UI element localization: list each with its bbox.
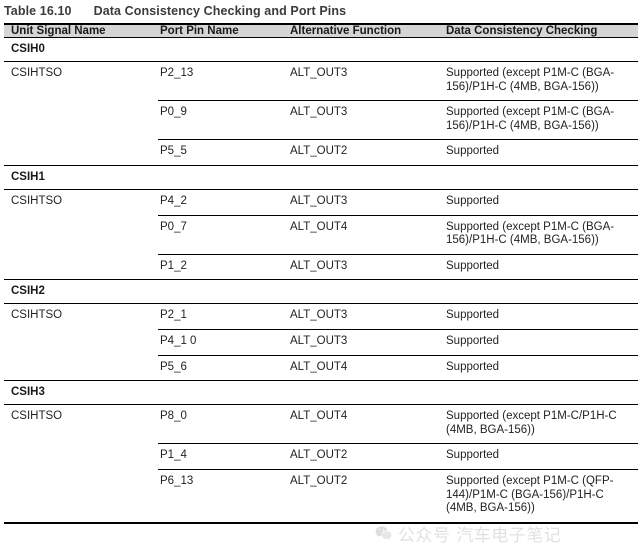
group-label-csih2: CSIH2 <box>4 279 638 305</box>
table-row: CSIHTSO P2_1 ALT_OUT3 Supported <box>4 303 638 330</box>
table-caption: Data Consistency Checking and Port Pins <box>93 4 347 18</box>
table-row: CSIHTSO P8_0 ALT_OUT4 Supported (except … <box>4 404 638 445</box>
cell-unit-signal-name <box>4 329 158 355</box>
table-row: P1_2 ALT_OUT3 Supported <box>4 254 638 281</box>
cell-alternative-function: ALT_OUT2 <box>288 469 444 524</box>
cell-data-consistency-checking: Supported <box>444 254 638 281</box>
cell-unit-signal-name <box>4 444 158 470</box>
cell-unit-signal-name <box>4 139 158 166</box>
cell-alternative-function: ALT_OUT3 <box>288 189 444 216</box>
table-row: P6_13 ALT_OUT2 Supported (except P1M-C (… <box>4 469 638 524</box>
cell-unit-signal-name: CSIHTSO <box>11 410 63 423</box>
cell-data-consistency-checking: Supported <box>444 189 638 216</box>
group-label-csih0: CSIH0 <box>4 37 638 62</box>
cell-port-pin-name: P4_2 <box>158 189 288 216</box>
cell-alternative-function: ALT_OUT2 <box>288 443 444 470</box>
column-header-unit-signal-name: Unit Signal Name <box>4 23 158 38</box>
cell-unit-signal-name: CSIHTSO <box>11 67 63 79</box>
table-body: CSIH0 CSIHTSO P2_13 ALT_OUT3 Supported (… <box>4 37 638 524</box>
cell-alternative-function: ALT_OUT3 <box>288 254 444 281</box>
port-pin-table: Unit Signal Name Port Pin Name Alternati… <box>4 23 638 524</box>
table-row: CSIHTSO P4_2 ALT_OUT3 Supported <box>4 189 638 216</box>
watermark-text: 公众号 汽车电子笔记 <box>398 526 562 546</box>
table-row: P5_6 ALT_OUT4 Supported <box>4 355 638 382</box>
cell-alternative-function: ALT_OUT3 <box>288 61 444 102</box>
cell-port-pin-name: P5_5 <box>158 139 288 166</box>
cell-port-pin-name: P1_2 <box>158 254 288 281</box>
table-number: Table 16.10 <box>4 4 72 18</box>
group-row: CSIH2 <box>4 279 638 305</box>
cell-data-consistency-checking: Supported (except P1M-C (BGA-156)/P1H-C … <box>444 215 638 255</box>
cell-alternative-function: ALT_OUT4 <box>288 404 444 445</box>
cell-alternative-function: ALT_OUT2 <box>288 139 444 166</box>
cell-unit-signal-name: CSIHTSO <box>11 309 63 322</box>
cell-data-consistency-checking: Supported (except P1M-C (QFP-144)/P1M-C … <box>444 469 638 524</box>
cell-data-consistency-checking: Supported (except P1M-C (BGA-156)/P1H-C … <box>444 100 638 141</box>
group-row: CSIH1 <box>4 165 638 190</box>
cell-port-pin-name: P2_1 <box>158 303 288 330</box>
cell-data-consistency-checking: Supported <box>444 139 638 166</box>
group-row: CSIH3 <box>4 380 638 406</box>
cell-data-consistency-checking: Supported (except P1M-C (BGA-156)/P1H-C … <box>444 61 638 102</box>
cell-alternative-function: ALT_OUT3 <box>288 329 444 356</box>
table-row: P5_5 ALT_OUT2 Supported <box>4 139 638 166</box>
table-header-row: Unit Signal Name Port Pin Name Alternati… <box>4 23 638 38</box>
table-title: Table 16.10 Data Consistency Checking an… <box>0 0 640 23</box>
wechat-icon <box>375 526 392 540</box>
cell-alternative-function: ALT_OUT4 <box>288 355 444 382</box>
table-row: CSIHTSO P2_13 ALT_OUT3 Supported (except… <box>4 61 638 102</box>
table-row: P0_7 ALT_OUT4 Supported (except P1M-C (B… <box>4 215 638 255</box>
cell-port-pin-name: P0_9 <box>158 100 288 141</box>
table-header: Unit Signal Name Port Pin Name Alternati… <box>4 23 638 38</box>
cell-port-pin-name: P4_1 0 <box>158 329 288 356</box>
cell-port-pin-name: P1_4 <box>158 443 288 470</box>
group-label-csih3: CSIH3 <box>4 380 638 406</box>
cell-unit-signal-name <box>4 355 158 382</box>
cell-data-consistency-checking: Supported <box>444 303 638 330</box>
cell-unit-signal-name: CSIHTSO <box>11 194 63 207</box>
table-row: P4_1 0 ALT_OUT3 Supported <box>4 329 638 356</box>
column-header-alternative-function: Alternative Function <box>288 23 444 38</box>
cell-alternative-function: ALT_OUT4 <box>288 215 444 255</box>
cell-port-pin-name: P0_7 <box>158 215 288 255</box>
cell-data-consistency-checking: Supported (except P1M-C/P1H-C (4MB, BGA-… <box>444 404 638 445</box>
cell-alternative-function: ALT_OUT3 <box>288 100 444 141</box>
cell-port-pin-name: P5_6 <box>158 355 288 382</box>
cell-data-consistency-checking: Supported <box>444 355 638 382</box>
table-row: P0_9 ALT_OUT3 Supported (except P1M-C (B… <box>4 100 638 141</box>
cell-data-consistency-checking: Supported <box>444 329 638 356</box>
column-header-port-pin-name: Port Pin Name <box>158 23 288 38</box>
group-row: CSIH0 <box>4 37 638 62</box>
page-root: Table 16.10 Data Consistency Checking an… <box>0 0 640 560</box>
cell-port-pin-name: P2_13 <box>158 61 288 102</box>
column-header-data-consistency-checking: Data Consistency Checking <box>444 23 638 38</box>
cell-data-consistency-checking: Supported <box>444 443 638 470</box>
group-label-csih1: CSIH1 <box>4 165 638 190</box>
cell-unit-signal-name <box>4 215 158 254</box>
cell-unit-signal-name <box>4 254 158 281</box>
cell-unit-signal-name <box>4 469 158 524</box>
watermark: 公众号 汽车电子笔记 <box>374 521 561 546</box>
table-row: P1_4 ALT_OUT2 Supported <box>4 443 638 470</box>
cell-unit-signal-name <box>4 101 158 140</box>
cell-alternative-function: ALT_OUT3 <box>288 303 444 330</box>
cell-port-pin-name: P8_0 <box>158 404 288 445</box>
cell-port-pin-name: P6_13 <box>158 469 288 524</box>
